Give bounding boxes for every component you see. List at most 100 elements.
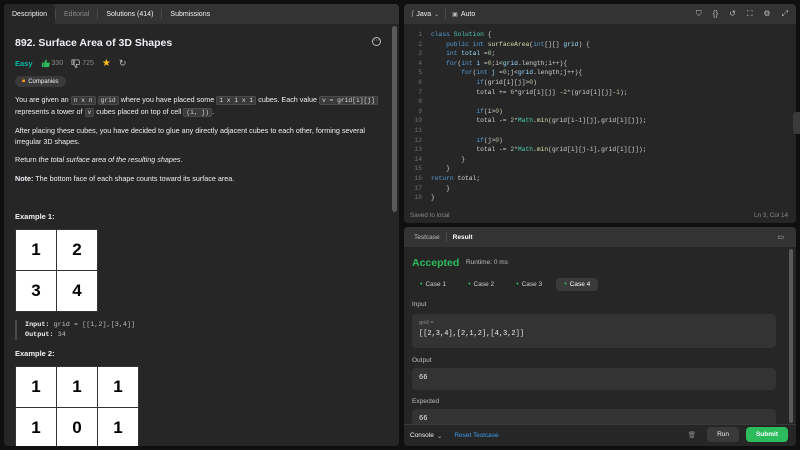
example-2-grid-image: 1 1 1 1 0 1 bbox=[15, 366, 139, 446]
description-panel: Description Editorial Solutions (414) Su… bbox=[4, 4, 399, 446]
code-line: 8 bbox=[418, 98, 422, 106]
text: . bbox=[180, 155, 183, 164]
submit-button[interactable]: Submit bbox=[745, 427, 788, 442]
text: where you have placed some bbox=[118, 95, 217, 104]
language-select[interactable]: ʃ Java ⌄ bbox=[412, 11, 439, 18]
input-label: Input: bbox=[25, 321, 50, 329]
tab-result[interactable]: Result bbox=[447, 234, 479, 241]
inline-code: n x n bbox=[70, 96, 96, 105]
code-line: 11 bbox=[414, 126, 422, 134]
case-label: Case 1 bbox=[425, 281, 447, 288]
cursor-position: Ln 3, Col 14 bbox=[754, 212, 788, 219]
tab-description[interactable]: Description bbox=[4, 4, 56, 24]
emphasis-text: the total surface area of the resulting … bbox=[38, 155, 181, 164]
code-editor-panel: ʃ Java ⌄ ▣ Auto ⛉ {} ↺ ⛶ ⚙ ⤢ 1 class Solu… bbox=[404, 4, 796, 223]
reset-icon[interactable]: ↺ bbox=[729, 9, 736, 19]
case-tab[interactable]: • Case 1 bbox=[412, 278, 454, 291]
chevron-down-icon: ⌄ bbox=[434, 11, 440, 18]
tab-testcase[interactable]: Testcase bbox=[408, 234, 446, 241]
text: Return bbox=[15, 155, 39, 164]
output-label: Output: bbox=[25, 331, 54, 339]
share-icon[interactable]: ↻ bbox=[119, 59, 127, 68]
code-line: 17 } bbox=[414, 184, 450, 192]
bookmark-icon[interactable]: ⛉ bbox=[696, 9, 702, 19]
grid-cell: 0 bbox=[56, 407, 98, 446]
companies-tag[interactable]: 🔒︎ Companies bbox=[15, 76, 66, 87]
editor-icons: ⛉ {} ↺ ⛶ ⚙ ⤢ bbox=[696, 9, 788, 19]
text: cubes. Each value bbox=[256, 95, 319, 104]
case-tab[interactable]: • Case 2 bbox=[460, 278, 502, 291]
result-scrollbar[interactable] bbox=[789, 249, 793, 423]
code-line: 15 } bbox=[414, 165, 450, 173]
expand-icon[interactable]: ⤢ bbox=[782, 9, 788, 19]
code-line: 10 total -= 2*Math.min(grid[i-1][j],grid… bbox=[414, 117, 647, 125]
runtime-text: Runtime: 0 ms bbox=[466, 259, 508, 266]
example-1-title: Example 1: bbox=[15, 212, 55, 221]
console-label: Console bbox=[410, 432, 434, 439]
description-scrollbar[interactable] bbox=[392, 26, 397, 212]
pass-dot-icon: • bbox=[420, 281, 423, 288]
braces-icon[interactable]: {} bbox=[713, 9, 718, 19]
like-button[interactable]: 330 bbox=[41, 59, 64, 68]
run-button[interactable]: Run bbox=[707, 427, 739, 442]
thumbs-down-icon bbox=[71, 59, 81, 68]
output-value: 66 bbox=[419, 374, 428, 382]
reset-testcase-link[interactable]: Reset Testcase bbox=[454, 432, 498, 439]
case-tabs: • Case 1 • Case 2 • Case 3 • Case 4 bbox=[412, 278, 599, 291]
console-toggle[interactable]: Console ⌄ bbox=[410, 432, 442, 440]
panel-collapse-icon[interactable]: ▭ bbox=[777, 233, 784, 241]
input-section-label: Input bbox=[412, 301, 427, 308]
case-tab[interactable]: • Case 3 bbox=[508, 278, 550, 291]
note-label: Note: bbox=[15, 173, 34, 183]
output-section-label: Output bbox=[412, 357, 432, 364]
grid-cell: 1 bbox=[97, 407, 139, 446]
example-1-io: Input: grid = [[1,2],[3,4]] Output: 34 bbox=[15, 320, 378, 340]
mode-label: Auto bbox=[460, 10, 476, 18]
code-line: 9 if(i>0) bbox=[418, 107, 503, 115]
description-paragraph: After placing these cubes, you have deci… bbox=[15, 126, 366, 146]
dislike-button[interactable]: 725 bbox=[71, 59, 94, 68]
input-value: grid = [[1,2],[3,4]] bbox=[49, 321, 136, 329]
likes-count: 330 bbox=[51, 60, 64, 67]
dislikes-count: 725 bbox=[82, 60, 94, 67]
grid-cell: 2 bbox=[56, 229, 98, 271]
output-box: 66 bbox=[412, 368, 776, 390]
text: represents a tower of bbox=[15, 106, 85, 116]
verdict-status: Accepted bbox=[412, 257, 460, 269]
tab-editorial[interactable]: Editorial bbox=[56, 4, 97, 24]
code-line: 1 class Solution { bbox=[418, 31, 492, 38]
pass-dot-icon: • bbox=[516, 281, 519, 288]
pass-dot-icon: • bbox=[468, 281, 471, 288]
grid-row: 3 4 bbox=[15, 270, 98, 312]
favorite-star-icon[interactable]: ★ bbox=[102, 59, 111, 69]
trash-icon[interactable]: 🗑︎ bbox=[688, 431, 696, 439]
code-line: 6 if(grid[i][j]>0) bbox=[418, 78, 537, 86]
expected-value: 66 bbox=[419, 415, 428, 423]
chevron-down-icon: ⌄ bbox=[436, 432, 443, 440]
inline-code: v bbox=[84, 107, 95, 117]
code-line: 2 public int surfaceArea(int[][] grid) { bbox=[418, 40, 590, 48]
auto-mode-toggle[interactable]: ▣ Auto bbox=[452, 11, 475, 18]
inline-code: 1 x 1 x 1 bbox=[216, 96, 257, 105]
example-output-line: Output: 34 bbox=[25, 330, 378, 340]
tab-solutions[interactable]: Solutions (414) bbox=[98, 4, 161, 24]
code-area[interactable]: 1 class Solution { 2 public int surfaceAr… bbox=[404, 30, 796, 203]
inline-code: (i, j) bbox=[183, 107, 213, 117]
case-label: Case 4 bbox=[569, 281, 591, 288]
code-line: 18} bbox=[414, 194, 435, 202]
fullscreen-icon[interactable]: ⛶ bbox=[747, 9, 753, 19]
side-panel-handle[interactable] bbox=[793, 112, 800, 134]
tab-submissions[interactable]: Submissions bbox=[162, 4, 218, 24]
input-key: grid = bbox=[419, 320, 434, 326]
difficulty-badge: Easy bbox=[15, 59, 33, 68]
code-line: 3 int total =0; bbox=[418, 50, 496, 58]
description-content: 892. Surface Area of 3D Shapes Easy 330 … bbox=[4, 24, 389, 446]
inline-code: grid bbox=[97, 96, 119, 105]
code-line: 16 return total; bbox=[414, 174, 481, 182]
grid-cell: 1 bbox=[15, 229, 57, 271]
case-tab[interactable]: • Case 4 bbox=[556, 278, 599, 291]
settings-icon[interactable]: ⚙ bbox=[763, 9, 770, 19]
code-line: 12 if(j>0) bbox=[414, 136, 503, 144]
grid-row: 1 1 1 bbox=[15, 366, 139, 408]
grid-row: 1 0 1 bbox=[15, 407, 139, 446]
